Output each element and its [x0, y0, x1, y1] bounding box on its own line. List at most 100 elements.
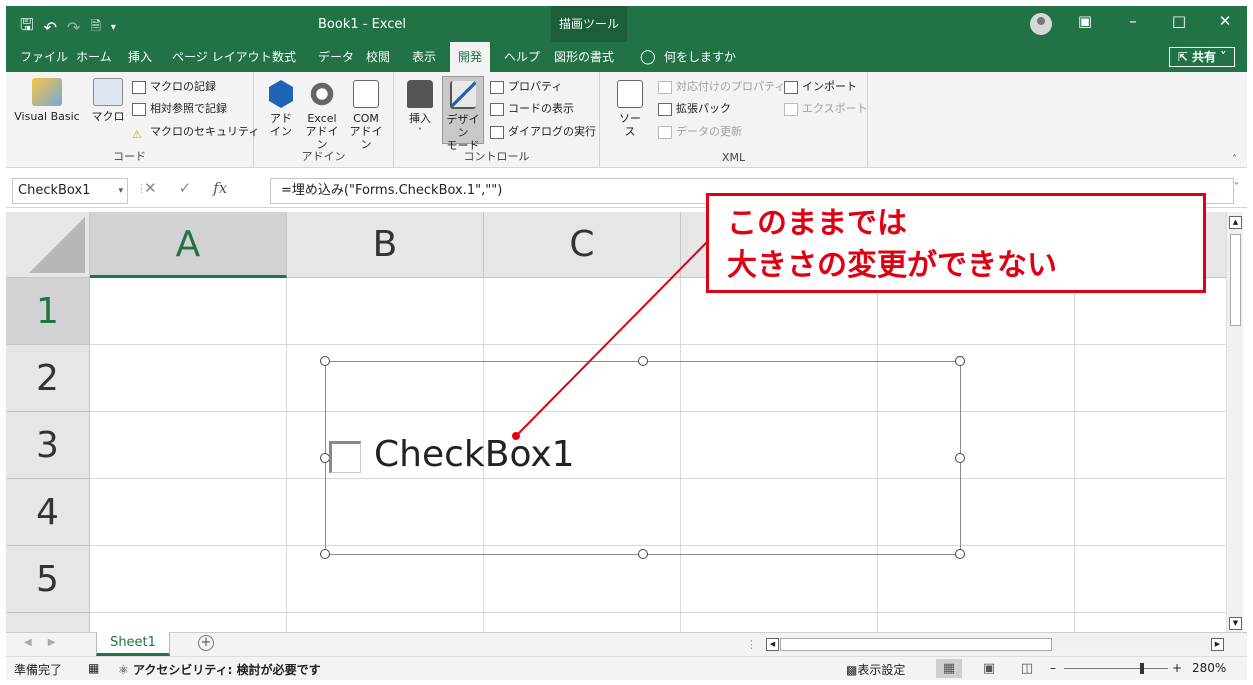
- page-layout-view-icon[interactable]: ▣: [976, 659, 1002, 678]
- tab-help[interactable]: ヘルプ: [500, 42, 544, 72]
- insert-function-icon[interactable]: fx: [213, 179, 227, 197]
- column-header-c[interactable]: C: [484, 212, 681, 278]
- checkbox[interactable]: [329, 441, 361, 473]
- tab-review[interactable]: 校閲: [362, 42, 394, 72]
- view-code-label: コードの表示: [508, 102, 574, 115]
- visual-basic-button[interactable]: Visual Basic: [12, 78, 82, 123]
- row-header-6[interactable]: [6, 613, 90, 632]
- scroll-right-icon[interactable]: ▶: [1211, 638, 1224, 651]
- resize-handle-bottom-right[interactable]: [955, 549, 965, 559]
- close-icon[interactable]: ✕: [1210, 12, 1240, 30]
- refresh-data-button[interactable]: データの更新: [658, 123, 742, 141]
- tab-developer[interactable]: 開発: [450, 42, 491, 72]
- chevron-down-icon[interactable]: ▾: [118, 179, 123, 203]
- macro-recording-icon[interactable]: ▦: [88, 661, 99, 675]
- tell-me-search[interactable]: 何をしますか: [660, 42, 740, 72]
- tab-home[interactable]: ホーム: [72, 42, 116, 72]
- redo-icon[interactable]: ↷: [67, 18, 80, 37]
- record-macro-button[interactable]: マクロの記録: [132, 78, 216, 96]
- row-header-1[interactable]: 1: [6, 278, 90, 345]
- relative-reference-button[interactable]: 相対参照で記録: [132, 100, 227, 118]
- gridline: [90, 344, 1226, 345]
- resize-handle-top-left[interactable]: [320, 356, 330, 366]
- tab-file[interactable]: ファイル: [16, 42, 72, 72]
- zoom-slider[interactable]: [1064, 663, 1168, 674]
- maximize-icon[interactable]: □: [1164, 12, 1194, 30]
- tab-shape-format[interactable]: 図形の書式: [550, 42, 618, 72]
- tab-view[interactable]: 表示: [408, 42, 440, 72]
- row-header-2[interactable]: 2: [6, 345, 90, 412]
- row-header-3[interactable]: 3: [6, 412, 90, 479]
- excel-addins-button[interactable]: Excel アドイン: [302, 80, 342, 151]
- insert-control-button[interactable]: 挿入 ˅: [404, 80, 436, 138]
- zoom-level[interactable]: 280%: [1192, 661, 1226, 675]
- import-icon: [784, 80, 798, 94]
- cancel-icon[interactable]: ✕: [144, 179, 157, 197]
- refresh-data-icon: [658, 125, 672, 139]
- resize-handle-right[interactable]: [955, 453, 965, 463]
- save-icon[interactable]: 🖫: [20, 14, 34, 41]
- tab-page-layout[interactable]: ページ レイアウト: [168, 42, 276, 72]
- expand-formula-bar-icon[interactable]: ˅: [1234, 182, 1239, 193]
- sheet-navigation-arrows[interactable]: ◀▶: [24, 637, 71, 648]
- tab-formulas[interactable]: 数式: [268, 42, 300, 72]
- customize-qat-icon[interactable]: ▾: [111, 22, 116, 33]
- scroll-up-icon[interactable]: ▲: [1229, 216, 1242, 229]
- accessibility-status[interactable]: ⚛ アクセシビリティ: 検討が必要です: [118, 661, 321, 678]
- callout-line-2: 大きさの変更ができない: [727, 248, 1057, 283]
- tab-insert[interactable]: 挿入: [124, 42, 156, 72]
- view-code-button[interactable]: コードの表示: [490, 100, 574, 118]
- scroll-left-icon[interactable]: ◀: [766, 638, 779, 651]
- macro-security-button[interactable]: ⚠ マクロのセキュリティ: [132, 123, 259, 141]
- vertical-scroll-thumb[interactable]: [1230, 234, 1241, 326]
- zoom-slider-knob[interactable]: [1140, 663, 1144, 674]
- scroll-down-icon[interactable]: ▼: [1229, 617, 1242, 630]
- excel-addins-label-1: Excel: [307, 112, 337, 125]
- resize-handle-bottom[interactable]: [638, 549, 648, 559]
- column-header-a[interactable]: A: [90, 212, 287, 278]
- row-header-4[interactable]: 4: [6, 479, 90, 546]
- sheet-tab-sheet1[interactable]: Sheet1: [96, 632, 170, 656]
- undo-icon[interactable]: ↶: [44, 18, 57, 37]
- horizontal-scrollbar[interactable]: ◀ ▶: [766, 637, 1224, 653]
- com-addins-button[interactable]: COM アドイン: [346, 80, 386, 151]
- addins-hexagon-icon: [269, 80, 293, 108]
- new-document-icon[interactable]: 🗎: [90, 17, 100, 39]
- xml-source-button[interactable]: ソース: [614, 80, 646, 138]
- zoom-in-icon[interactable]: +: [1172, 661, 1182, 675]
- normal-view-icon[interactable]: ▦: [936, 659, 962, 678]
- resize-handle-bottom-left[interactable]: [320, 549, 330, 559]
- resize-handle-top-right[interactable]: [955, 356, 965, 366]
- display-settings-button[interactable]: ▩表示設定: [846, 661, 905, 678]
- add-sheet-icon[interactable]: +: [198, 635, 214, 651]
- display-settings-icon: ▩: [846, 663, 858, 677]
- export-button[interactable]: エクスポート: [784, 100, 868, 118]
- addins-button[interactable]: アド イン: [266, 80, 296, 138]
- horizontal-scroll-thumb[interactable]: [780, 638, 1052, 651]
- row-header-5[interactable]: 5: [6, 546, 90, 613]
- zoom-out-icon[interactable]: –: [1050, 661, 1056, 675]
- insert-control-label: 挿入: [409, 112, 431, 125]
- enter-icon[interactable]: ✓: [179, 179, 192, 197]
- collapse-ribbon-icon[interactable]: ˄: [1232, 154, 1237, 165]
- column-header-b[interactable]: B: [287, 212, 484, 278]
- minimize-icon[interactable]: –: [1118, 12, 1148, 30]
- macro-button[interactable]: マクロ: [90, 78, 126, 123]
- user-avatar[interactable]: [1030, 13, 1052, 35]
- design-mode-button[interactable]: デザイン モード: [442, 76, 484, 152]
- share-icon: ⇱: [1177, 50, 1193, 64]
- ribbon: Visual Basic マクロ マクロの記録 相対参照で記録 ⚠ マクロのセキュ…: [6, 72, 1247, 168]
- properties-button[interactable]: プロパティ: [490, 78, 562, 96]
- resize-handle-top[interactable]: [638, 356, 648, 366]
- select-all-button[interactable]: [6, 212, 90, 278]
- vertical-scrollbar[interactable]: ▲ ▼: [1226, 212, 1243, 632]
- ribbon-display-options-icon[interactable]: ▣: [1070, 12, 1100, 30]
- map-properties-button[interactable]: 対応付けのプロパティ: [658, 78, 785, 96]
- page-break-preview-icon[interactable]: ◫: [1014, 659, 1040, 678]
- run-dialog-button[interactable]: ダイアログの実行: [490, 123, 596, 141]
- tab-data[interactable]: データ: [314, 42, 358, 72]
- expansion-packs-button[interactable]: 拡張パック: [658, 100, 731, 118]
- import-button[interactable]: インポート: [784, 78, 857, 96]
- name-box[interactable]: CheckBox1 ▾: [12, 178, 128, 204]
- share-button[interactable]: ⇱ 共有 ˅: [1169, 47, 1235, 67]
